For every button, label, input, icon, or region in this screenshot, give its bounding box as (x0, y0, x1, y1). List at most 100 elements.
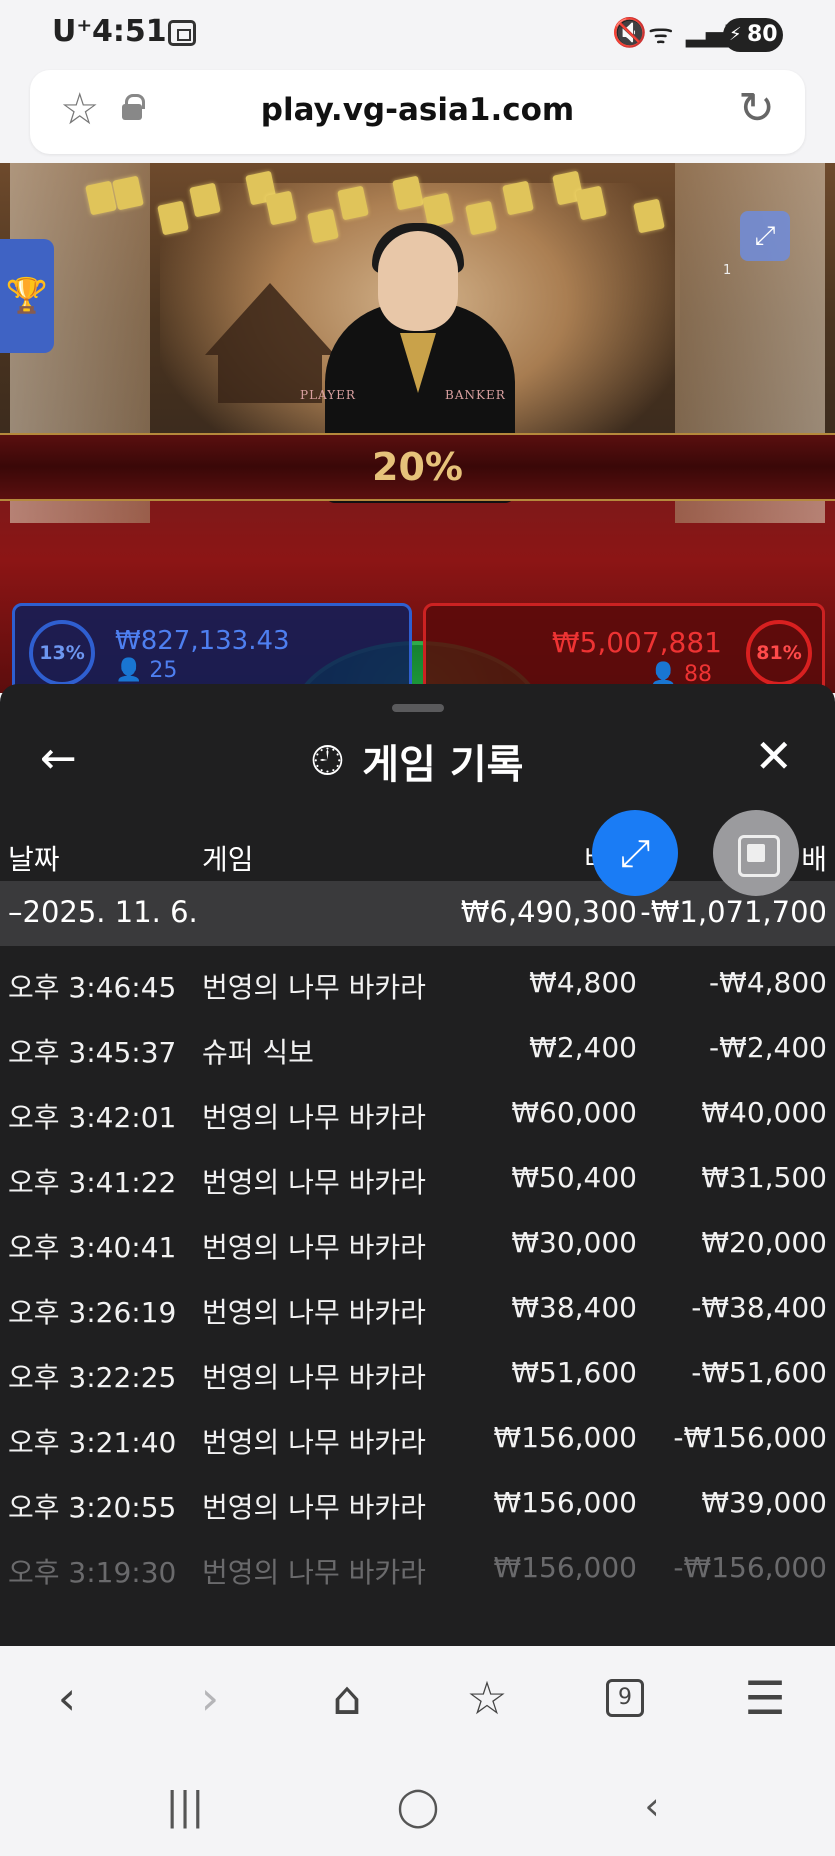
wifi-icon: ᯤ (648, 17, 674, 50)
row-game: 슈퍼 식보 (202, 1036, 314, 1069)
carrier-label: U⁺ (52, 14, 93, 49)
row-payout: -₩38,400 (691, 1291, 827, 1324)
group-payout-total: -₩1,071,700 (640, 895, 827, 929)
table-header: 날짜 게임 배 배 (0, 824, 835, 884)
row-bet: ₩156,000 (493, 1421, 637, 1454)
player-count: 👤 25 (115, 658, 177, 683)
screen-record-icon (168, 20, 196, 46)
row-game: 번영의 나무 바카라 (202, 1361, 426, 1394)
system-back-icon[interactable]: ‹ (622, 1784, 682, 1828)
table-row[interactable]: 오후 3:40:41 번영의 나무 바카라 ₩30,000 ₩20,000 (0, 1206, 835, 1271)
fullscreen-icon[interactable]: ⤢ (740, 211, 790, 261)
row-game: 번영의 나무 바카라 (202, 1166, 426, 1199)
recent-apps-icon[interactable]: ||| (155, 1784, 215, 1828)
row-bet: ₩30,000 (511, 1226, 637, 1259)
table-row[interactable]: 오후 3:41:22 번영의 나무 바카라 ₩50,400 ₩31,500 (0, 1141, 835, 1206)
mute-icon: 🔇 (612, 16, 647, 49)
row-payout: ₩39,000 (701, 1486, 827, 1519)
row-game: 번영의 나무 바카라 (202, 1426, 426, 1459)
picture-in-picture-icon[interactable] (713, 810, 799, 896)
game-history-panel: ← 🕘︎ 게임 기록 ✕ 날짜 게임 배 배 –2025. 11. 6. ₩6,… (0, 684, 835, 1646)
player-count-value: 25 (149, 658, 178, 683)
column-date: 날짜 (8, 843, 60, 876)
group-date: –2025. 11. 6. (8, 895, 198, 929)
panel-title: 게임 기록 (362, 742, 524, 788)
table-row[interactable]: 오후 3:19:30 번영의 나무 바카라 ₩156,000 -₩156,000 (0, 1531, 835, 1596)
row-game: 번영의 나무 바카라 (202, 1556, 426, 1589)
address-bar[interactable]: ☆ play.vg-asia1.com ↻ (30, 70, 805, 154)
drag-handle[interactable] (392, 704, 444, 712)
group-bet-total: ₩6,490,300 (460, 895, 637, 929)
row-game: 번영의 나무 바카라 (202, 1296, 426, 1329)
battery-indicator: 80 (723, 18, 783, 52)
forward-icon[interactable]: › (175, 1668, 245, 1728)
row-time: 오후 3:19:30 (8, 1556, 177, 1589)
history-clock-icon: 🕘︎ (311, 738, 344, 784)
row-bet: ₩4,800 (529, 966, 637, 999)
row-time: 오후 3:41:22 (8, 1166, 177, 1199)
date-group-row[interactable]: –2025. 11. 6. ₩6,490,300 -₩1,071,700 (0, 881, 835, 946)
row-bet: ₩51,600 (511, 1356, 637, 1389)
back-icon[interactable]: ‹ (32, 1668, 102, 1728)
table-row[interactable]: 오후 3:21:40 번영의 나무 바카라 ₩156,000 -₩156,000 (0, 1401, 835, 1466)
row-game: 번영의 나무 바카라 (202, 1101, 426, 1134)
percent-value: 20% (372, 445, 463, 489)
row-game: 번영의 나무 바카라 (202, 1231, 426, 1264)
live-game-view[interactable]: PLAYER BANKER 🏆 ⤢ 1 20% 13% ₩827,133.43 … (0, 163, 835, 693)
row-payout: ₩40,000 (701, 1096, 827, 1129)
bookmarks-icon[interactable]: ☆ (452, 1668, 522, 1728)
table-row[interactable]: 오후 3:20:55 번영의 나무 바카라 ₩156,000 ₩39,000 (0, 1466, 835, 1531)
close-icon[interactable]: ✕ (754, 730, 793, 782)
row-time: 오후 3:46:45 (8, 971, 177, 1004)
row-payout: ₩31,500 (701, 1161, 827, 1194)
home-icon[interactable]: ⌂ (312, 1668, 382, 1728)
table-label-player: PLAYER (300, 388, 356, 402)
status-bar: U⁺ 4:51 🔇 ᯤ ▂▄▆ 80 (0, 0, 835, 68)
row-bet: ₩156,000 (493, 1551, 637, 1584)
browser-toolbar: ‹ › ⌂ ☆ 9 ☰ (0, 1646, 835, 1756)
row-bet: ₩60,000 (511, 1096, 637, 1129)
column-payout: 배 (801, 843, 827, 876)
url-text[interactable]: play.vg-asia1.com (30, 92, 805, 128)
menu-icon[interactable]: ☰ (730, 1668, 800, 1728)
home-circle-icon[interactable]: ◯ (388, 1784, 448, 1828)
player-amount: ₩827,133.43 (115, 626, 290, 656)
row-payout: -₩4,800 (709, 966, 827, 999)
column-game: 게임 (202, 843, 254, 876)
table-row[interactable]: 오후 3:42:01 번영의 나무 바카라 ₩60,000 ₩40,000 (0, 1076, 835, 1141)
row-time: 오후 3:21:40 (8, 1426, 177, 1459)
row-time: 오후 3:40:41 (8, 1231, 177, 1264)
row-time: 오후 3:20:55 (8, 1491, 177, 1524)
table-row[interactable]: 오후 3:22:25 번영의 나무 바카라 ₩51,600 -₩51,600 (0, 1336, 835, 1401)
expand-counter: 1 (723, 263, 732, 278)
row-payout: -₩51,600 (691, 1356, 827, 1389)
row-game: 번영의 나무 바카라 (202, 971, 426, 1004)
row-time: 오후 3:22:25 (8, 1361, 177, 1394)
banker-amount: ₩5,007,881 (551, 626, 722, 659)
tabs-button[interactable]: 9 (590, 1668, 660, 1728)
percent-banner: 20% (0, 433, 835, 501)
diagonal-expand-icon[interactable]: ⤢ (592, 810, 678, 896)
clock: 4:51 (92, 14, 167, 49)
row-time: 오후 3:26:19 (8, 1296, 177, 1329)
person-icon: 👤 (115, 658, 143, 683)
reload-icon[interactable]: ↻ (738, 84, 775, 134)
row-bet: ₩2,400 (529, 1031, 637, 1064)
table-label-banker: BANKER (445, 388, 506, 402)
player-bet-box[interactable]: 13% ₩827,133.43 👤 25 (12, 603, 412, 693)
system-navigation: ||| ◯ ‹ (0, 1756, 835, 1856)
table-row[interactable]: 오후 3:26:19 번영의 나무 바카라 ₩38,400 -₩38,400 (0, 1271, 835, 1336)
player-percent: 13% (29, 620, 95, 686)
table-row[interactable]: 오후 3:45:37 슈퍼 식보 ₩2,400 -₩2,400 (0, 1011, 835, 1076)
row-game: 번영의 나무 바카라 (202, 1491, 426, 1524)
tab-count: 9 (606, 1679, 644, 1717)
history-list: 오후 3:46:45 번영의 나무 바카라 ₩4,800 -₩4,800 오후 … (0, 946, 835, 1596)
trophy-icon[interactable]: 🏆 (0, 239, 54, 353)
table-row[interactable]: 오후 3:46:45 번영의 나무 바카라 ₩4,800 -₩4,800 (0, 946, 835, 1011)
row-payout: ₩20,000 (701, 1226, 827, 1259)
banker-bet-box[interactable]: ₩5,007,881 👤 88 81% (423, 603, 825, 693)
row-bet: ₩50,400 (511, 1161, 637, 1194)
row-bet: ₩38,400 (511, 1291, 637, 1324)
row-payout: -₩2,400 (709, 1031, 827, 1064)
row-bet: ₩156,000 (493, 1486, 637, 1519)
